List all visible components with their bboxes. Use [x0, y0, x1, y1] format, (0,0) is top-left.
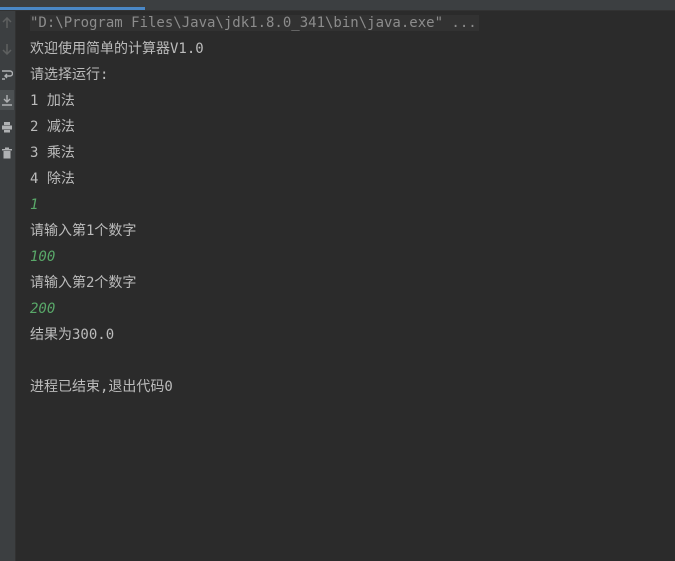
- console-input-choice: 1: [30, 197, 39, 213]
- trash-icon[interactable]: [0, 143, 14, 163]
- command-text: "D:\Program Files\Java\jdk1.8.0_341\bin\…: [30, 15, 479, 31]
- console-toolbar: [0, 11, 16, 561]
- arrow-up-icon[interactable]: [0, 13, 14, 33]
- console-line-process-exit: 进程已结束,退出代码0: [30, 379, 173, 395]
- console-line-option-add: 1 加法: [30, 93, 75, 109]
- console-line-second-number-prompt: 请输入第2个数字: [30, 275, 137, 291]
- scroll-to-end-icon[interactable]: [0, 90, 14, 110]
- console-line-option-divide: 4 除法: [30, 171, 75, 187]
- console-line-option-multiply: 3 乘法: [30, 145, 75, 161]
- soft-wrap-icon[interactable]: [0, 65, 14, 85]
- console-line-welcome: 欢迎使用简单的计算器V1.0: [30, 41, 204, 57]
- arrow-down-icon[interactable]: [0, 39, 14, 59]
- print-icon[interactable]: [0, 117, 14, 137]
- run-console-window: "D:\Program Files\Java\jdk1.8.0_341\bin\…: [0, 0, 675, 561]
- console-input-first-number: 100: [30, 249, 56, 265]
- console-line-select-prompt: 请选择运行:: [30, 67, 109, 83]
- console-line-first-number-prompt: 请输入第1个数字: [30, 223, 137, 239]
- command-line: "D:\Program Files\Java\jdk1.8.0_341\bin\…: [30, 10, 675, 36]
- console-line-result: 结果为300.0: [30, 327, 115, 343]
- console-line-option-subtract: 2 减法: [30, 119, 75, 135]
- console-output[interactable]: "D:\Program Files\Java\jdk1.8.0_341\bin\…: [30, 10, 675, 400]
- console-input-second-number: 200: [30, 301, 56, 317]
